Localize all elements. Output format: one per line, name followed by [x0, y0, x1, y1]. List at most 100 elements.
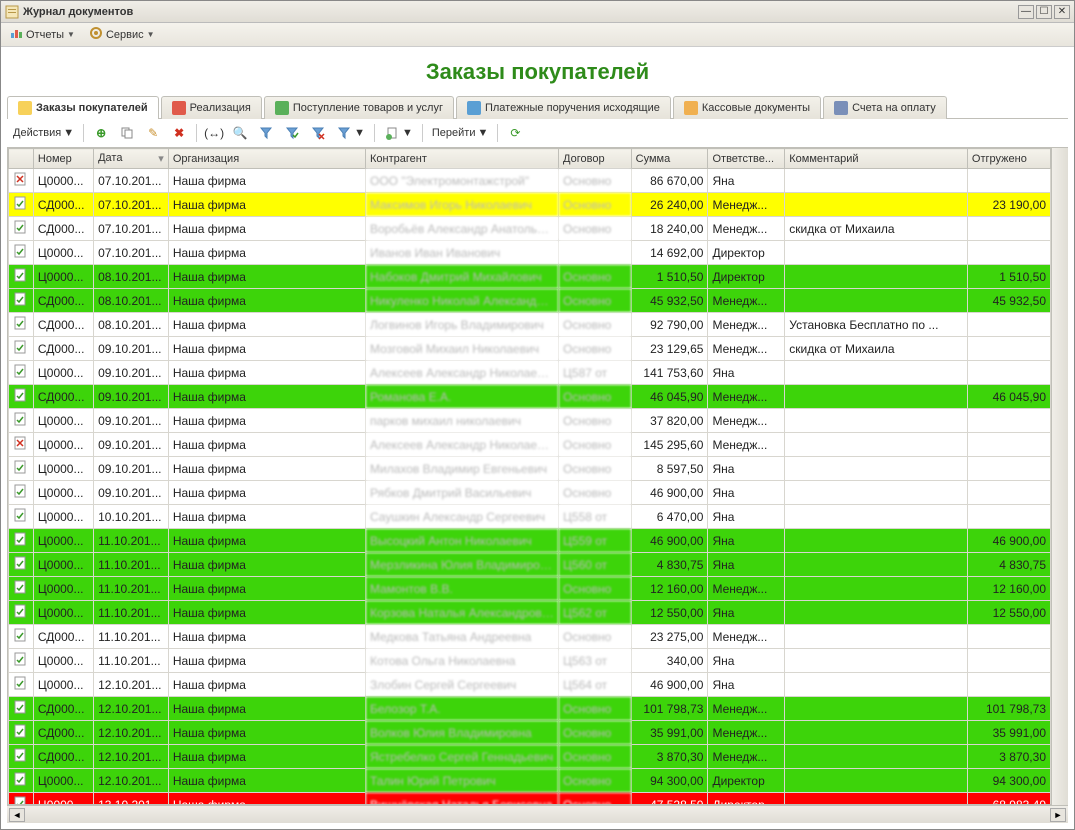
- table-row[interactable]: СД000...12.10.201...Наша фирмаВолков Юли…: [9, 721, 1051, 745]
- delete-button[interactable]: ✖: [167, 123, 191, 143]
- table-row[interactable]: Ц0000...07.10.201...Наша фирмаИванов Ива…: [9, 241, 1051, 265]
- col-kontragent[interactable]: Контрагент: [366, 149, 559, 169]
- cell-dogovor: Основно: [559, 745, 632, 769]
- cell-summa: 101 798,73: [631, 697, 708, 721]
- col-number[interactable]: Номер: [33, 149, 93, 169]
- service-menu[interactable]: Сервис ▼: [85, 24, 159, 45]
- cell-icon: [9, 769, 34, 793]
- copy-button[interactable]: [115, 123, 139, 143]
- col-otg[interactable]: Отгружено: [967, 149, 1050, 169]
- filter-set-button[interactable]: [280, 123, 304, 143]
- col-summa[interactable]: Сумма: [631, 149, 708, 169]
- table-row[interactable]: СД000...08.10.201...Наша фирмаЛогвинов И…: [9, 313, 1051, 337]
- doc-status-icon: [13, 436, 27, 450]
- refresh-icon: ⟳: [507, 125, 523, 141]
- col-otv[interactable]: Ответстве...: [708, 149, 785, 169]
- funnel-list-icon: [336, 125, 352, 141]
- vertical-scrollbar[interactable]: [1052, 148, 1068, 805]
- cell-comment: [785, 697, 968, 721]
- titlebar: Журнал документов — ☐ ✕: [1, 1, 1074, 23]
- table-row[interactable]: Ц0000...11.10.201...Наша фирмаКорзова На…: [9, 601, 1051, 625]
- refresh-button[interactable]: ⟳: [503, 123, 527, 143]
- edit-button[interactable]: ✎: [141, 123, 165, 143]
- col-dogovor[interactable]: Договор: [559, 149, 632, 169]
- cell-otg: 68 983,49: [967, 793, 1050, 806]
- table-row[interactable]: СД000...09.10.201...Наша фирмаРоманова Е…: [9, 385, 1051, 409]
- cell-dogovor: Основно: [559, 217, 632, 241]
- based-on-button[interactable]: ▼: [380, 123, 417, 143]
- cell-otv: Менедж...: [708, 625, 785, 649]
- cell-summa: 46 900,00: [631, 529, 708, 553]
- table-row[interactable]: Ц0000...09.10.201...Наша фирмапарков мих…: [9, 409, 1051, 433]
- table-row[interactable]: СД000...12.10.201...Наша фирмаЯстребелко…: [9, 745, 1051, 769]
- plus-icon: ⊕: [93, 125, 109, 141]
- cell-kontragent: Рябков Дмитрий Васильевич: [366, 481, 559, 505]
- goto-button[interactable]: Перейти ▼: [428, 125, 492, 141]
- actions-button[interactable]: Действия ▼: [9, 125, 78, 141]
- tab-0[interactable]: Заказы покупателей: [7, 96, 159, 119]
- table-row[interactable]: Ц0000...09.10.201...Наша фирмаАлексеев А…: [9, 433, 1051, 457]
- table-row[interactable]: Ц0000...09.10.201...Наша фирмаРябков Дми…: [9, 481, 1051, 505]
- pencil-icon: ✎: [145, 125, 161, 141]
- table-row[interactable]: СД000...07.10.201...Наша фирмаВоробьёв А…: [9, 217, 1051, 241]
- tab-icon: [172, 101, 186, 115]
- cell-org: Наша фирма: [168, 649, 365, 673]
- col-date[interactable]: Дата ▾: [94, 149, 169, 169]
- cell-otv: Менедж...: [708, 577, 785, 601]
- table-row[interactable]: СД000...09.10.201...Наша фирмаМозговой М…: [9, 337, 1051, 361]
- table-row[interactable]: Ц0000...09.10.201...Наша фирмаАлексеев А…: [9, 361, 1051, 385]
- table-row[interactable]: Ц0000...11.10.201...Наша фирмаМамонтов В…: [9, 577, 1051, 601]
- close-button[interactable]: ✕: [1054, 5, 1070, 19]
- filter-off-button[interactable]: [306, 123, 330, 143]
- tab-1[interactable]: Реализация: [161, 96, 262, 119]
- cell-date: 11.10.201...: [94, 625, 169, 649]
- cell-comment: [785, 169, 968, 193]
- tab-2[interactable]: Поступление товаров и услуг: [264, 96, 454, 119]
- maximize-button[interactable]: ☐: [1036, 5, 1052, 19]
- doc-status-icon: [13, 220, 27, 234]
- tab-icon: [684, 101, 698, 115]
- interval-button[interactable]: (↔): [202, 123, 226, 143]
- cell-org: Наша фирма: [168, 313, 365, 337]
- cell-dogovor: Основно: [559, 721, 632, 745]
- cell-date: 09.10.201...: [94, 361, 169, 385]
- filter-button[interactable]: [254, 123, 278, 143]
- col-org[interactable]: Организация: [168, 149, 365, 169]
- table-scroll[interactable]: НомерДата ▾ОрганизацияКонтрагентДоговорС…: [7, 148, 1052, 805]
- cell-comment: [785, 769, 968, 793]
- find-button[interactable]: 🔍: [228, 123, 252, 143]
- cell-dogovor: Основно: [559, 385, 632, 409]
- tab-5[interactable]: Счета на оплату: [823, 96, 947, 119]
- chevron-down-icon: ▼: [147, 30, 155, 39]
- table-row[interactable]: Ц0000...07.10.201...Наша фирмаООО "Элект…: [9, 169, 1051, 193]
- table-row[interactable]: Ц0000...11.10.201...Наша фирмаКотова Оль…: [9, 649, 1051, 673]
- cell-summa: 92 790,00: [631, 313, 708, 337]
- table-row[interactable]: СД000...08.10.201...Наша фирмаНикуленко …: [9, 289, 1051, 313]
- reports-menu[interactable]: Отчеты ▼: [5, 24, 79, 45]
- tab-4[interactable]: Кассовые документы: [673, 96, 821, 119]
- table-row[interactable]: Ц0000...10.10.201...Наша фирмаСаушкин Ал…: [9, 505, 1051, 529]
- table-row[interactable]: Ц0000...13.10.201...Наша фирмаВишнёвская…: [9, 793, 1051, 806]
- table-row[interactable]: Ц0000...08.10.201...Наша фирмаНабоков Дм…: [9, 265, 1051, 289]
- scroll-right-button[interactable]: ►: [1050, 808, 1066, 822]
- table-row[interactable]: СД000...07.10.201...Наша фирмаМаксимов И…: [9, 193, 1051, 217]
- table-row[interactable]: Ц0000...12.10.201...Наша фирмаТалин Юрий…: [9, 769, 1051, 793]
- tab-3[interactable]: Платежные поручения исходящие: [456, 96, 671, 119]
- minimize-button[interactable]: —: [1018, 5, 1034, 19]
- chevron-down-icon: ▼: [402, 127, 413, 139]
- table-row[interactable]: СД000...12.10.201...Наша фирмаБелозор Т.…: [9, 697, 1051, 721]
- cell-number: Ц0000...: [33, 457, 93, 481]
- cell-otv: Яна: [708, 649, 785, 673]
- scroll-left-button[interactable]: ◄: [9, 808, 25, 822]
- add-button[interactable]: ⊕: [89, 123, 113, 143]
- table-row[interactable]: СД000...11.10.201...Наша фирмаМедкова Та…: [9, 625, 1051, 649]
- table-row[interactable]: Ц0000...11.10.201...Наша фирмаВысоцкий А…: [9, 529, 1051, 553]
- table-row[interactable]: Ц0000...09.10.201...Наша фирмаМилахов Вл…: [9, 457, 1051, 481]
- col-comment[interactable]: Комментарий: [785, 149, 968, 169]
- filter-list-button[interactable]: ▼: [332, 123, 369, 143]
- table-row[interactable]: Ц0000...12.10.201...Наша фирмаЗлобин Сер…: [9, 673, 1051, 697]
- table-row[interactable]: Ц0000...11.10.201...Наша фирмаМерзликина…: [9, 553, 1051, 577]
- col-icon[interactable]: [9, 149, 34, 169]
- cell-comment: [785, 649, 968, 673]
- cell-date: 09.10.201...: [94, 409, 169, 433]
